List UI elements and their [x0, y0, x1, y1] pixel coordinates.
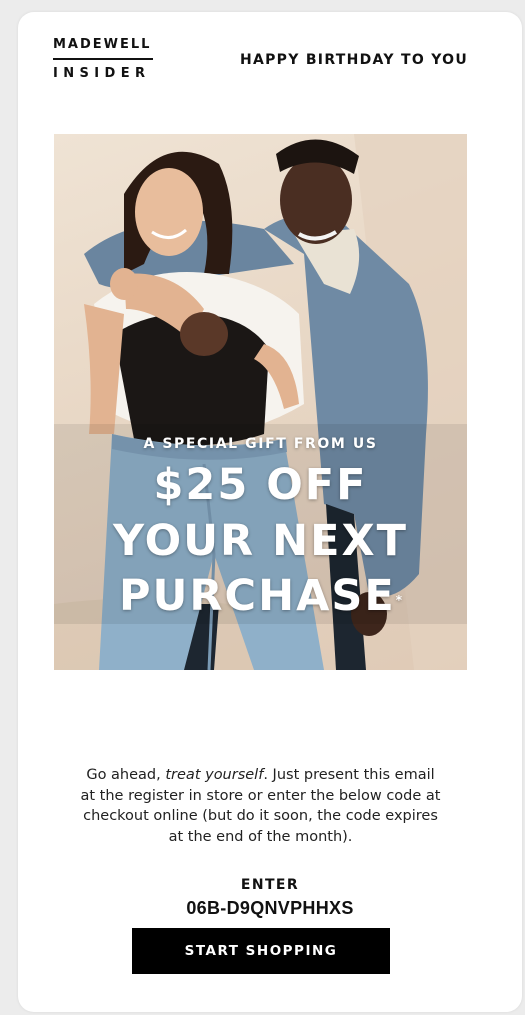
body-copy-intro: Go ahead, [86, 767, 166, 783]
disclaimer-asterisk: * [395, 593, 402, 607]
logo-divider [53, 58, 153, 60]
hero-eyebrow: A SPECIAL GIFT FROM US [143, 436, 378, 452]
logo-wordmark-top: MADEWELL [53, 37, 152, 52]
madewell-insider-logo[interactable]: MADEWELL INSIDER [53, 37, 153, 82]
hero-image[interactable]: A SPECIAL GIFT FROM US $25 OFF YOUR NEXT… [54, 134, 467, 670]
promo-code: 06B-D9QNVPHHXS [186, 898, 354, 918]
hero-headline-line-2: YOUR NEXT [112, 516, 408, 566]
body-copy: Go ahead, treat yourself. Just present t… [78, 765, 443, 847]
body-copy-emphasis: treat yourself [165, 767, 264, 783]
start-shopping-button[interactable]: START SHOPPING [132, 928, 390, 974]
hero-headline-line-3-text: PURCHASE [119, 571, 396, 621]
email-card: MADEWELL INSIDER HAPPY BIRTHDAY TO YOU A… [18, 12, 522, 1012]
hero-headline-line-3: PURCHASE* [54, 570, 467, 622]
logo-wordmark-bottom: INSIDER [53, 66, 151, 81]
promo-code-label: ENTER [240, 877, 300, 893]
hero-headline-line-1: $25 OFF [153, 460, 368, 510]
header-tagline: HAPPY BIRTHDAY TO YOU [239, 52, 468, 68]
